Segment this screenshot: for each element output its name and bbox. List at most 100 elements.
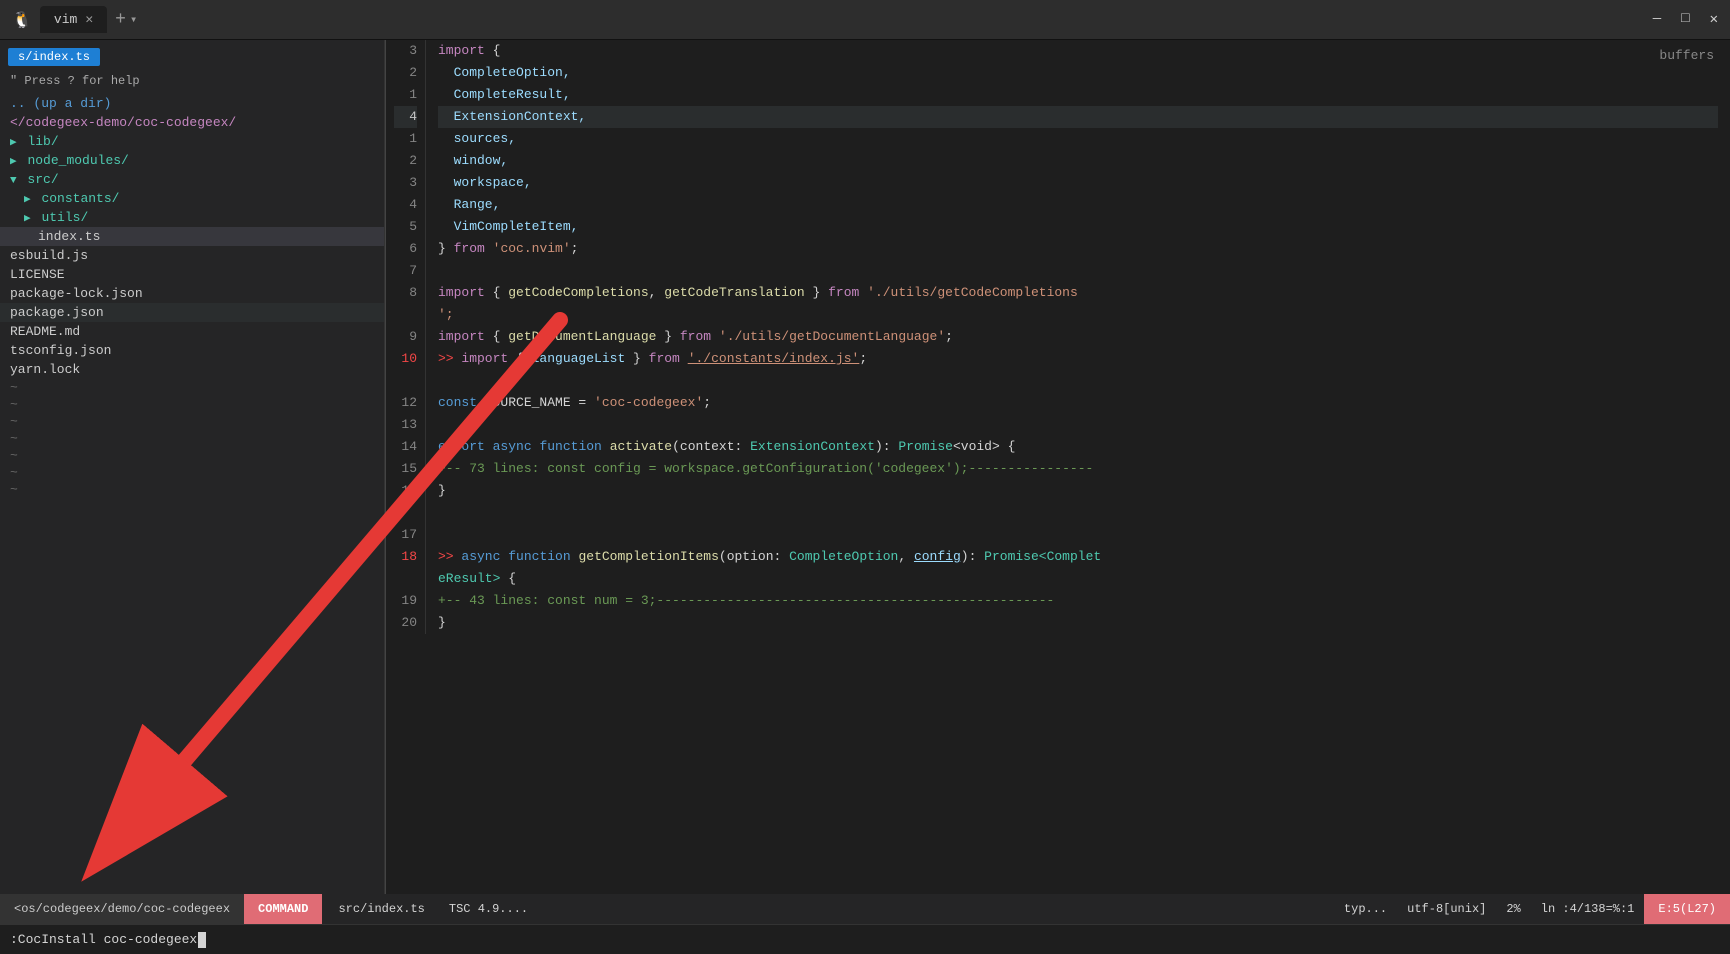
sidebar: s/index.ts " Press ? for help .. (up a d… [0,40,385,894]
cmdline-text: :CocInstall coc-codegeex [10,932,197,947]
dir-arrow-icon: ▶ [24,194,31,206]
code-line: import { getCodeCompletions, getCodeTran… [438,282,1718,304]
tilde-line: ~ [0,447,384,464]
status-tsc: TSC 4.9.... [441,902,536,916]
code-line: } [438,480,1718,502]
code-line-fold2: +-- 43 lines: const num = 3;------------… [438,590,1718,612]
file-label: README.md [10,324,80,339]
line-numbers: 3 2 1 4 1 2 3 4 5 6 7 8 9 10 12 13 14 15 [386,40,426,634]
status-error: E:5(L27) [1644,894,1730,924]
code-area[interactable]: 3 2 1 4 1 2 3 4 5 6 7 8 9 10 12 13 14 15 [386,40,1730,634]
dir-label: constants/ [41,191,119,206]
code-line: } from 'coc.nvim'; [438,238,1718,260]
window-controls: — □ ✕ [1653,11,1718,28]
status-path: <os/codegeex/demo/coc-codegeex [0,894,244,924]
code-line-marker: >> import { languageList } from './const… [438,348,1718,370]
code-line: import { getDocumentLanguage } from './u… [438,326,1718,348]
current-dir-label: </codegeex-demo/coc-codegeex/ [10,115,236,130]
sidebar-item-node-modules[interactable]: ▶ node_modules/ [0,151,384,170]
close-button[interactable]: ✕ [1710,11,1718,28]
code-line: workspace, [438,172,1718,194]
buffers-label: buffers [1659,48,1714,63]
dir-arrow-icon: ▶ [10,156,17,168]
code-line: sources, [438,128,1718,150]
dotdot-label: .. (up a dir) [10,96,111,111]
code-line: } [438,612,1718,634]
tab[interactable]: vim ✕ [40,6,107,33]
code-line: Range, [438,194,1718,216]
file-label: yarn.lock [10,362,80,377]
sidebar-item-src[interactable]: ▼ src/ [0,170,384,189]
sidebar-tab-label: s/index.ts [8,48,100,66]
sidebar-item[interactable]: </codegeex-demo/coc-codegeex/ [0,113,384,132]
sidebar-item-lib[interactable]: ▶ lib/ [0,132,384,151]
code-line [438,502,1718,524]
sidebar-item-utils[interactable]: ▶ utils/ [0,208,384,227]
file-label: esbuild.js [10,248,88,263]
file-label: LICENSE [10,267,65,282]
tilde-line: ~ [0,396,384,413]
minimize-button[interactable]: — [1653,11,1661,28]
sidebar-item-esbuild[interactable]: esbuild.js [0,246,384,265]
code-line: export async function activate(context: … [438,436,1718,458]
code-line: eResult> { [438,568,1718,590]
code-line [438,414,1718,436]
code-line: import { [438,40,1718,62]
sidebar-item-tsconfig[interactable]: tsconfig.json [0,341,384,360]
dir-label: node_modules/ [27,153,128,168]
dir-label: lib/ [27,134,58,149]
dir-label: utils/ [41,210,88,225]
file-label: index.ts [38,229,100,244]
window-icon: 🐧 [12,10,32,30]
sidebar-item-package-json[interactable]: package.json [0,303,384,322]
status-typ: typ... [1334,902,1397,916]
file-label: package-lock.json [10,286,143,301]
code-line [438,524,1718,546]
code-line-highlighted: ExtensionContext, [438,106,1718,128]
sidebar-item-license[interactable]: LICENSE [0,265,384,284]
tab-label: vim [54,12,77,27]
file-label: tsconfig.json [10,343,111,358]
status-file: src/index.ts [322,902,440,916]
status-percent: 2% [1496,902,1530,916]
main-layout: s/index.ts " Press ? for help .. (up a d… [0,40,1730,894]
tab-arrow-button[interactable]: ▾ [130,12,137,27]
tilde-line: ~ [0,481,384,498]
code-line-fold: +-- 73 lines: const config = workspace.g… [438,458,1718,480]
sidebar-item-readme[interactable]: README.md [0,322,384,341]
status-encoding: utf-8[unix] [1397,902,1496,916]
code-line: '; [438,304,1718,326]
cmdline-cursor [198,932,206,948]
editor[interactable]: buffers 3 2 1 4 1 2 3 4 5 6 7 8 9 10 [386,40,1730,894]
statusbar: <os/codegeex/demo/coc-codegeex COMMAND s… [0,894,1730,924]
code-line [438,370,1718,392]
code-line [438,260,1718,282]
dir-arrow-icon: ▶ [10,137,17,149]
cmdline[interactable]: :CocInstall coc-codegeex [0,924,1730,954]
sidebar-item-package-lock[interactable]: package-lock.json [0,284,384,303]
status-command: COMMAND [244,894,322,924]
tilde-line: ~ [0,413,384,430]
titlebar: 🐧 vim ✕ + ▾ — □ ✕ [0,0,1730,40]
dir-open-arrow-icon: ▼ [10,175,17,187]
code-line: VimCompleteItem, [438,216,1718,238]
tilde-line: ~ [0,430,384,447]
dir-label: src/ [27,172,58,187]
tab-close-icon[interactable]: ✕ [85,12,93,27]
code-content[interactable]: import { CompleteOption, CompleteResult,… [426,40,1730,634]
file-label: package.json [10,305,104,320]
sidebar-item[interactable]: .. (up a dir) [0,94,384,113]
code-line: window, [438,150,1718,172]
tilde-line: ~ [0,379,384,396]
code-line: CompleteResult, [438,84,1718,106]
maximize-button[interactable]: □ [1681,11,1689,28]
sidebar-item-index-ts[interactable]: index.ts [0,227,384,246]
sidebar-item-constants[interactable]: ▶ constants/ [0,189,384,208]
sidebar-item-yarn[interactable]: yarn.lock [0,360,384,379]
code-line: CompleteOption, [438,62,1718,84]
tab-add-button[interactable]: + [115,10,126,30]
sidebar-help-text: " Press ? for help [0,72,384,94]
dir-arrow-icon: ▶ [24,213,31,225]
tilde-line: ~ [0,464,384,481]
code-line-marker2: >> async function getCompletionItems(opt… [438,546,1718,568]
